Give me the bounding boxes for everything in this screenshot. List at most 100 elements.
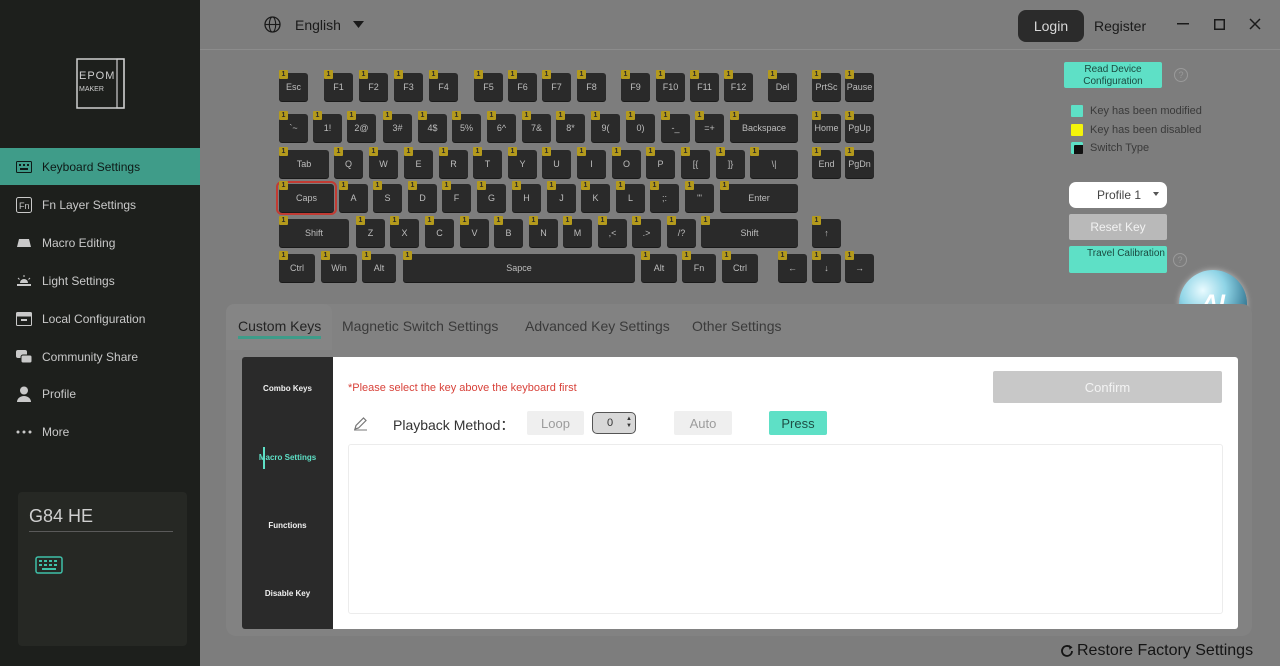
key[interactable]: 1E [404,147,433,178]
key[interactable]: 1K [581,181,610,212]
key[interactable]: 1 Home [812,111,841,142]
key[interactable]: 1R [439,147,468,178]
key[interactable]: 1 Ctrl [722,251,758,282]
key[interactable]: 1 3# [383,111,412,142]
key[interactable]: 1;: [650,181,679,212]
travel-calibration-button[interactable]: Travel Calibration [1069,246,1167,273]
key[interactable]: 1O [612,147,641,178]
tab-magnetic-switch-settings[interactable]: Magnetic Switch Settings [342,318,498,334]
key[interactable]: 1 F12 [724,70,753,101]
key[interactable]: 1 Shift [701,216,798,247]
sidebar-item-macro-editing[interactable]: Macro Editing [0,224,200,261]
key[interactable]: 1J [547,181,576,212]
language-selector[interactable]: English [264,16,364,33]
menu-item-combo-keys[interactable]: Combo Keys [242,384,333,393]
key[interactable]: 1T [473,147,502,178]
close-button[interactable] [1247,16,1263,32]
press-button[interactable]: Press [769,411,827,435]
menu-item-functions[interactable]: Functions [242,521,333,530]
key[interactable]: 1 Pause [845,70,874,101]
key[interactable]: 1X [390,216,419,247]
key[interactable]: 1 .> [632,216,661,247]
key[interactable]: 1/? [667,216,696,247]
key[interactable]: 1 F1 [324,70,353,101]
key[interactable]: 1 Fn [682,251,716,282]
key[interactable]: 1 F9 [621,70,650,101]
help-icon[interactable]: ? [1173,253,1187,267]
key[interactable]: 1 F6 [508,70,537,101]
key[interactable]: 1Q [334,147,363,178]
register-link[interactable]: Register [1094,18,1146,34]
maximize-button[interactable] [1211,16,1227,32]
login-button[interactable]: Login [1018,10,1084,42]
menu-item-macro-settings[interactable]: Macro Settings [242,453,333,462]
key[interactable]: 1 F11 [690,70,719,101]
loop-count-stepper[interactable]: 0 ▲ ▼ [592,412,636,434]
help-icon[interactable]: ? [1174,68,1188,82]
key[interactable]: 1 Del [768,70,797,101]
key[interactable]: 1 \| [750,147,798,178]
key[interactable]: 1A [339,181,368,212]
reset-key-button[interactable]: Reset Key [1069,214,1167,240]
key[interactable]: 1S [373,181,402,212]
key[interactable]: 1 ↓ [812,251,841,282]
confirm-button[interactable]: Confirm [993,371,1222,403]
sidebar-item-keyboard-settings[interactable]: Keyboard Settings [0,148,200,185]
key[interactable]: 1 2@ [347,111,376,142]
key[interactable]: 1 Tab [279,147,329,178]
key[interactable]: 1P [646,147,675,178]
tab-other-settings[interactable]: Other Settings [692,318,782,334]
key[interactable]: 1 PrtSc [812,70,841,101]
key[interactable]: 1I [577,147,606,178]
key[interactable]: 1 8* [556,111,585,142]
key[interactable]: 1 ,< [598,216,627,247]
key[interactable]: 1 5% [452,111,481,142]
key[interactable]: 1 0) [626,111,655,142]
key[interactable]: 1 Shift [279,216,349,247]
key[interactable]: 1 Enter [720,181,798,212]
key[interactable]: 1 Sapce [403,251,635,282]
key[interactable]: 1 F8 [577,70,606,101]
key[interactable]: 1 '" [685,181,714,212]
key[interactable]: 1 F5 [474,70,503,101]
key[interactable]: 1 Win [321,251,357,282]
key[interactable]: 1 F10 [656,70,685,101]
key[interactable]: 1 7& [522,111,551,142]
key[interactable]: 1H [512,181,541,212]
key[interactable]: 1 Alt [641,251,677,282]
loop-button[interactable]: Loop [527,411,584,435]
tab-custom-keys[interactable]: Custom Keys [238,318,321,334]
sidebar-item-local-configuration[interactable]: Local Configuration [0,300,200,337]
key[interactable]: 1F [442,181,471,212]
key[interactable]: 1G [477,181,506,212]
pencil-icon[interactable] [353,416,368,431]
key[interactable]: 1 -_ [661,111,690,142]
key[interactable]: 1U [542,147,571,178]
sidebar-item-more[interactable]: More [0,413,200,450]
key[interactable]: 1V [460,216,489,247]
key[interactable]: 1M [563,216,592,247]
key[interactable]: 1 Esc [279,70,308,101]
device-card[interactable]: G84 HE [18,492,187,646]
key[interactable]: 1 ← [778,251,807,282]
minimize-button[interactable] [1175,16,1191,32]
key[interactable]: 1 Caps [276,181,337,215]
key[interactable]: 1 → [845,251,874,282]
key[interactable]: 1 6^ [487,111,516,142]
key[interactable]: 1Y [508,147,537,178]
key[interactable]: 1 PgDn [845,147,874,178]
key[interactable]: 1 Alt [362,251,396,282]
key[interactable]: 1]} [716,147,745,178]
key[interactable]: 1 F4 [429,70,458,101]
key[interactable]: 1 End [812,147,841,178]
sidebar-item-profile[interactable]: Profile [0,375,200,412]
key[interactable]: 1L [616,181,645,212]
spinner-arrows-icon[interactable]: ▲ ▼ [626,416,632,430]
key[interactable]: 1Z [356,216,385,247]
key[interactable]: 1 Backspace [730,111,798,142]
sidebar-item-light-settings[interactable]: Light Settings [0,262,200,299]
key[interactable]: 1N [529,216,558,247]
tab-advanced-key-settings[interactable]: Advanced Key Settings [525,318,670,334]
restore-factory-settings-button[interactable]: Restore Factory Settings [1060,642,1253,660]
read-device-configuration-button[interactable]: Read Device Configuration [1064,62,1162,88]
